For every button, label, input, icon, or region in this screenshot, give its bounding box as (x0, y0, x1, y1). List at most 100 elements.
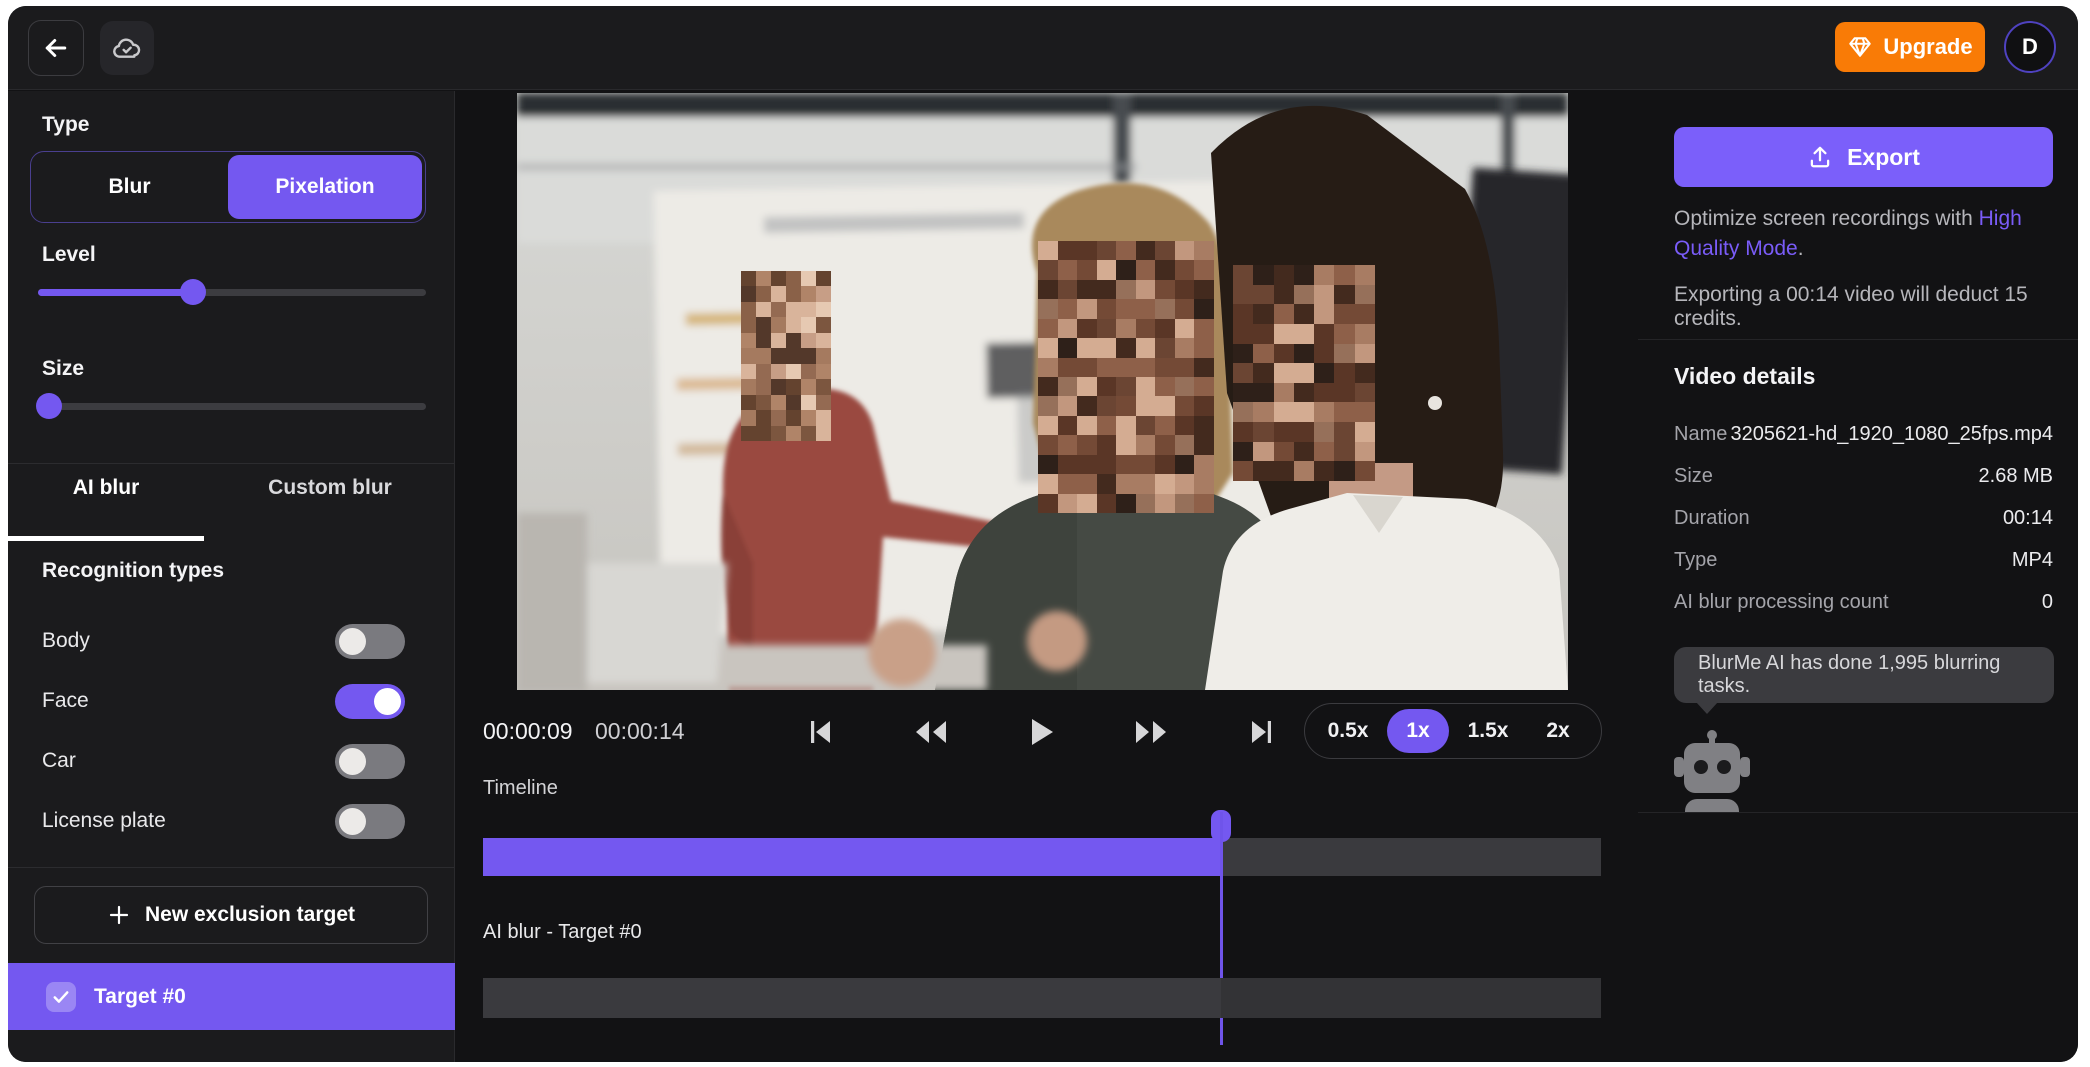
detail-row-size: Size 2.68 MB (1674, 465, 2053, 495)
toggle-knob (339, 748, 366, 775)
size-slider[interactable] (38, 393, 426, 419)
rewind-icon (913, 717, 949, 747)
top-bar: Upgrade D (8, 6, 2078, 90)
video-preview[interactable] (517, 93, 1568, 690)
recognition-label: Car (42, 749, 76, 773)
upload-icon (1807, 144, 1833, 170)
detail-row-ai-blur-count: AI blur processing count 0 (1674, 591, 2053, 621)
type-section-label: Type (42, 113, 89, 137)
target-0-list-item[interactable]: Target #0 (8, 963, 455, 1030)
detail-value: 0 (2042, 591, 2053, 614)
recognition-row-face: Face (8, 681, 454, 725)
detail-label: AI blur processing count (1674, 591, 1889, 614)
blur-type-segmented-control: Blur Pixelation (30, 151, 426, 223)
fast-forward-button[interactable] (1124, 705, 1178, 759)
tab-custom-blur[interactable]: Custom blur (232, 476, 428, 500)
back-button[interactable] (28, 20, 84, 76)
gem-icon (1847, 34, 1873, 60)
detail-row-name: Name 3205621-hd_1920_1080_25fps.mp4 (1674, 423, 2053, 453)
speed-2x[interactable]: 2x (1527, 709, 1589, 753)
recognition-label: Body (42, 629, 90, 653)
video-details-title: Video details (1674, 363, 1815, 390)
export-button[interactable]: Export (1674, 127, 2053, 187)
car-toggle[interactable] (335, 744, 405, 779)
timeline-track[interactable] (483, 838, 1601, 876)
playback-controls: 00:00:09 00:00:14 0.5x 1x 1.5x 2x (456, 703, 1637, 761)
speed-1x[interactable]: 1x (1387, 709, 1449, 753)
recognition-types-title: Recognition types (42, 559, 224, 583)
type-option-blur[interactable]: Blur (31, 152, 228, 222)
credits-hint-text: Exporting a 00:14 video will deduct 15 c… (1674, 283, 2064, 331)
detail-label: Name (1674, 423, 1727, 446)
speed-0-5x[interactable]: 0.5x (1317, 709, 1379, 753)
sidebar-divider (8, 867, 454, 868)
body-toggle[interactable] (335, 624, 405, 659)
tab-ai-blur[interactable]: AI blur (8, 476, 204, 500)
blurme-app-window: Upgrade D Type Blur Pixelation Level Siz… (8, 6, 2078, 1062)
detail-row-type: Type MP4 (1674, 549, 2053, 579)
speed-1-5x[interactable]: 1.5x (1457, 709, 1519, 753)
optimize-suffix: . (1798, 237, 1804, 260)
toggle-knob (339, 808, 366, 835)
check-icon (51, 987, 71, 1007)
level-slider[interactable] (38, 279, 426, 305)
current-time: 00:00:09 (483, 718, 573, 745)
ai-blur-track-elapsed (483, 978, 1221, 1018)
pixelated-face-woman (1233, 265, 1375, 481)
blurme-stats-tooltip: BlurMe AI has done 1,995 blurring tasks. (1674, 647, 2054, 703)
upgrade-button[interactable]: Upgrade (1835, 22, 1985, 72)
timeline-progress-fill (483, 838, 1221, 876)
pixelated-face-man (1038, 241, 1214, 513)
recognition-label: License plate (42, 809, 166, 833)
detail-row-duration: Duration 00:14 (1674, 507, 2053, 537)
level-section-label: Level (42, 243, 96, 267)
recognition-label: Face (42, 689, 89, 713)
new-target-label: New exclusion target (145, 903, 355, 927)
active-tab-underline (8, 536, 204, 541)
skip-to-start-button[interactable] (794, 705, 848, 759)
arrow-left-icon (41, 33, 71, 63)
license-plate-toggle[interactable] (335, 804, 405, 839)
size-slider-track[interactable] (38, 403, 426, 410)
cloud-sync-button[interactable] (100, 21, 154, 75)
detail-value: 3205621-hd_1920_1080_25fps.mp4 (1730, 423, 2053, 446)
avatar-initial: D (2022, 34, 2038, 60)
right-panel-divider (1638, 812, 2078, 813)
target-0-checkbox[interactable] (46, 982, 76, 1012)
level-slider-thumb[interactable] (180, 279, 206, 305)
play-button[interactable] (1014, 705, 1068, 759)
recognition-row-license-plate: License plate (8, 801, 454, 845)
toggle-knob (374, 688, 401, 715)
target-0-label: Target #0 (94, 985, 186, 1009)
total-duration: 00:00:14 (595, 718, 685, 745)
ai-blur-target-track[interactable] (483, 978, 1601, 1018)
tooltip-tail (1696, 702, 1718, 714)
face-toggle[interactable] (335, 684, 405, 719)
plus-icon (107, 903, 131, 927)
recognition-row-car: Car (8, 741, 454, 785)
optimize-hint-text: Optimize screen recordings with High Qua… (1674, 204, 2058, 264)
timeline-label: Timeline (483, 777, 558, 800)
left-settings-panel: Type Blur Pixelation Level Size AI blur … (8, 91, 455, 1062)
playback-speed-group: 0.5x 1x 1.5x 2x (1304, 703, 1602, 759)
skip-to-end-button[interactable] (1234, 705, 1288, 759)
export-panel: Export Optimize screen recordings with H… (1638, 91, 2078, 1062)
size-slider-thumb[interactable] (36, 393, 62, 419)
toggle-knob (339, 628, 366, 655)
upgrade-label: Upgrade (1883, 34, 1972, 60)
fast-forward-icon (1133, 717, 1169, 747)
user-avatar[interactable]: D (2004, 21, 2056, 73)
cloud-check-icon (111, 32, 143, 64)
detail-label: Duration (1674, 507, 1750, 530)
recognition-row-body: Body (8, 621, 454, 665)
sidebar-divider (8, 463, 454, 464)
detail-value: 2.68 MB (1979, 465, 2053, 488)
rewind-button[interactable] (904, 705, 958, 759)
play-icon (1026, 716, 1056, 748)
type-option-pixelation[interactable]: Pixelation (228, 155, 422, 219)
right-panel-divider (1638, 339, 2078, 340)
editor-stage: 00:00:09 00:00:14 0.5x 1x 1.5x 2x (456, 91, 1637, 1062)
level-slider-fill (38, 289, 193, 296)
detail-value: 00:14 (2003, 507, 2053, 530)
new-exclusion-target-button[interactable]: New exclusion target (34, 886, 428, 944)
